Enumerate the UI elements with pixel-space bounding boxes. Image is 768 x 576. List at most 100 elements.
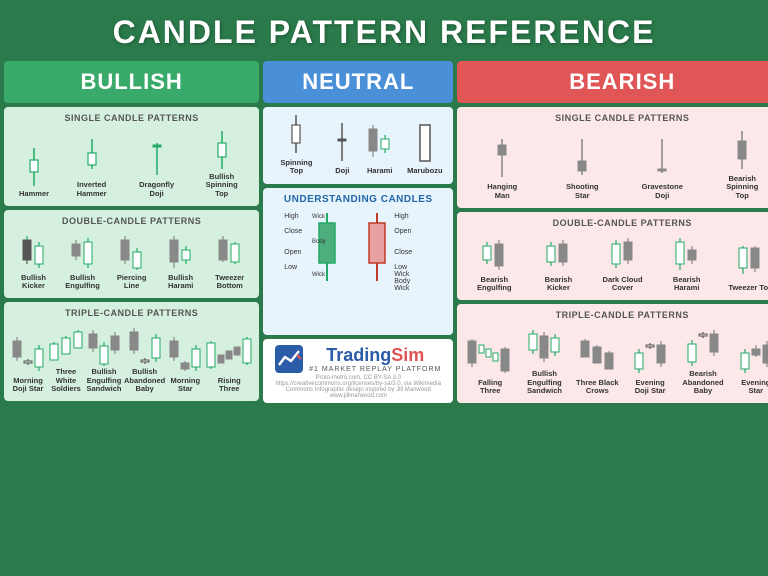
list-item: Bullish Engulfing — [60, 232, 105, 291]
svg-text:Body: Body — [312, 239, 326, 245]
bullish-single-section: SINGLE CANDLE PATTERNS Hammer — [4, 107, 259, 206]
falling-three-candle — [466, 335, 514, 377]
page-title: CANDLE PATTERN REFERENCE — [10, 14, 758, 51]
list-item: Bearish Engulfing — [472, 234, 517, 293]
list-item: Bullish Harami — [158, 232, 203, 291]
logo-icon — [275, 345, 303, 373]
morning-doji-star-candle — [10, 333, 46, 375]
bullish-single-title: SINGLE CANDLE PATTERNS — [10, 113, 253, 123]
bullish-abandoned-baby-candle — [127, 324, 163, 366]
footer-section: TradingSim #1 MARKET REPLAY PLATFORM Pro… — [263, 339, 453, 403]
bearish-harami-candle — [673, 234, 701, 274]
bullish-spinning-top-candle — [213, 129, 231, 171]
bearish-engulfing-candle — [480, 234, 508, 274]
list-item: Inverted Hammer — [69, 137, 114, 198]
neutral-header: NEUTRAL — [263, 61, 453, 103]
bearish-single-patterns: Hanging Man Shooting Star — [463, 129, 768, 200]
svg-text:Wick: Wick — [312, 272, 326, 278]
morning-star-candle — [167, 333, 203, 375]
list-item: Hammer — [19, 146, 49, 198]
bullish-double-title: DOUBLE-CANDLE PATTERNS — [10, 216, 253, 226]
list-item: Marubozu — [407, 121, 442, 175]
shooting-star-candle — [572, 137, 592, 181]
list-item: Morning Doji Star — [10, 333, 46, 394]
list-item: Piercing Line — [109, 232, 154, 291]
three-black-crows-candle — [579, 335, 615, 377]
three-white-soldiers-candle — [48, 324, 84, 366]
bullish-header: BULLISH — [4, 61, 259, 103]
understanding-title: UNDERSTANDING CANDLES — [269, 194, 447, 205]
bullish-triple-section: TRIPLE-CANDLE PATTERNS — [4, 302, 259, 401]
list-item: Doji — [332, 121, 352, 175]
logo-tagline: #1 MARKET REPLAY PLATFORM — [309, 366, 441, 373]
annotated-green-candle: Wick Wick Body — [312, 211, 342, 291]
content-area: BULLISH SINGLE CANDLE PATTERNS Hammer — [0, 61, 768, 407]
list-item: Shooting Star — [560, 137, 605, 200]
svg-text:Wick: Wick — [312, 214, 326, 220]
tweezer-bottom-candle — [216, 232, 244, 272]
list-item: Three Black Crows — [575, 335, 620, 396]
bullish-single-patterns: Hammer Inverted Hammer — [10, 129, 253, 198]
bullish-harami-candle — [167, 232, 195, 272]
col-bullish: BULLISH SINGLE CANDLE PATTERNS Hammer — [4, 61, 259, 403]
list-item: Bearish Abandoned Baby — [680, 326, 725, 395]
bearish-header: BEARISH — [457, 61, 768, 103]
list-item: Morning Star — [167, 333, 203, 394]
list-item: Tweezer Top — [728, 242, 768, 292]
list-item: Bearish Kicker — [536, 234, 581, 293]
list-item: Falling Three — [466, 335, 514, 396]
hanging-man-candle — [492, 137, 512, 181]
list-item: Evening Doji Star — [628, 335, 673, 396]
red-candle-diagram: High Open Close Low Wick Body Wick — [362, 211, 432, 292]
main-wrapper: CANDLE PATTERN REFERENCE BULLISH SINGLE … — [0, 0, 768, 407]
bearish-triple-patterns: Falling Three — [463, 326, 768, 395]
list-item: Hanging Man — [480, 137, 525, 200]
bearish-double-patterns: Bearish Engulfing Bearish Kicker — [463, 234, 768, 293]
bearish-abandoned-baby-candle — [685, 326, 721, 368]
list-item: Dragonfly Doji — [134, 137, 179, 198]
harami-candle — [366, 121, 394, 165]
bearish-double-section: DOUBLE-CANDLE PATTERNS Bearish Engulfing — [457, 212, 768, 301]
col-bearish: BEARISH SINGLE CANDLE PATTERNS Hanging M… — [457, 61, 768, 403]
hammer-candle — [25, 146, 43, 188]
rising-three-candle — [205, 333, 253, 375]
footer-credit: Proto-metro.com, CC BY-SA 3.0 https://cr… — [267, 375, 449, 399]
list-item: Bullish Engulfing Sandwich — [86, 324, 122, 393]
neutral-single-patterns: Spinning Top Doji — [269, 113, 447, 176]
marubozu-candle — [415, 121, 435, 165]
evening-doji-star-candle — [632, 335, 668, 377]
list-item: Bullish Spinning Top — [199, 129, 244, 198]
green-candle-diagram: High Close Open Low Wick — [284, 211, 354, 291]
dark-cloud-cover-candle — [609, 234, 637, 274]
list-item: Bullish Abandoned Baby — [124, 324, 165, 393]
bullish-triple-patterns: Morning Doji Star Three White Soldiers — [10, 324, 253, 393]
piercing-line-candle — [118, 232, 146, 272]
understanding-diagrams: High Close Open Low Wick — [269, 211, 447, 292]
list-item: Evening Star — [733, 335, 768, 396]
bullish-triple-title: TRIPLE-CANDLE PATTERNS — [10, 308, 253, 318]
bearish-triple-section: TRIPLE-CANDLE PATTERNS — [457, 304, 768, 403]
bullish-engulfing-sandwich-candle — [86, 324, 122, 366]
bullish-double-patterns: Bullish Kicker Bullish Engulfing — [10, 232, 253, 291]
bearish-spinning-top-candle — [732, 129, 752, 173]
logo-area: TradingSim #1 MARKET REPLAY PLATFORM — [267, 345, 449, 373]
bearish-triple-title: TRIPLE-CANDLE PATTERNS — [463, 310, 768, 320]
inverted-hammer-candle — [83, 137, 101, 179]
list-item: Bullish Engulfing Sandwich — [522, 326, 567, 395]
list-item: Bearish Harami — [664, 234, 709, 293]
list-item: Bearish Spinning Top — [720, 129, 765, 200]
list-item: Three White Soldiers — [48, 324, 84, 393]
list-item: Dark Cloud Cover — [600, 234, 645, 293]
evening-star-candle — [738, 335, 768, 377]
list-item: Spinning Top — [274, 113, 319, 176]
bullish-engulfing-candle — [69, 232, 97, 272]
bearish-double-title: DOUBLE-CANDLE PATTERNS — [463, 218, 768, 228]
header: CANDLE PATTERN REFERENCE — [0, 0, 768, 61]
bullish-kicker-candle — [20, 232, 48, 272]
doji-candle — [332, 121, 352, 165]
understanding-section: UNDERSTANDING CANDLES High Close Open Lo… — [263, 188, 453, 336]
list-item: Gravestone Doji — [640, 137, 685, 200]
spinning-top-candle — [286, 113, 306, 157]
list-item: Tweezer Bottom — [207, 232, 252, 291]
gravestone-doji-candle — [652, 137, 672, 181]
